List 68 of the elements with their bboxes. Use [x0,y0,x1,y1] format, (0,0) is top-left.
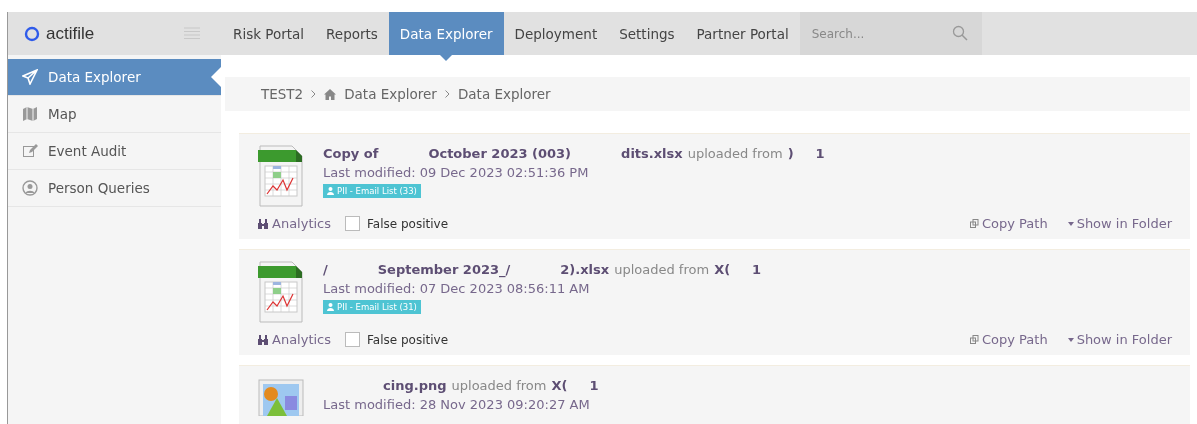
sidebar-item[interactable]: Person Queries [8,170,221,207]
image-file-icon [257,376,305,416]
pii-tag: PII - Email List (31) [323,300,421,314]
active-tab-pointer-icon [440,55,453,61]
edit-icon [22,143,38,159]
source-name: X( [714,262,731,277]
breadcrumb-link[interactable]: TEST2 [261,86,304,102]
person-icon [327,303,334,311]
nav-tab[interactable]: Reports [315,12,389,55]
upload-label: uploaded from [614,262,710,277]
last-modified: Last modified: 07 Dec 2023 08:56:11 AM [323,281,591,296]
show-in-folder-link[interactable]: Show in Folder [1067,216,1172,231]
file-name[interactable]: / [323,262,328,277]
source-name: ) [787,146,794,161]
show-in-folder-link[interactable]: Show in Folder [1067,332,1172,347]
upload-label: uploaded from [451,378,547,393]
file-name[interactable]: 2).xlsx [560,262,610,277]
chevron-right-icon [311,90,317,98]
copy-icon [969,335,979,344]
spreadsheet-file-icon [257,144,305,208]
checkbox[interactable] [345,332,361,347]
analytics-link[interactable]: Analytics [257,332,332,347]
checkbox-label: False positive [367,332,449,347]
checkbox-label: False positive [367,216,449,231]
nav-tab[interactable]: Risk Portal [222,12,316,55]
copy-icon [969,219,979,228]
source-name: 1 [815,146,825,161]
home-icon [324,88,337,100]
search-icon[interactable] [951,25,968,41]
binoculars-icon [257,334,269,345]
user-circle-icon [22,180,38,196]
nav-tab[interactable]: Deployment [503,12,609,55]
breadcrumb-link[interactable]: Data Explorer [457,86,551,102]
nav-tab[interactable]: Settings [608,12,686,55]
analytics-link[interactable]: Analytics [257,216,332,231]
map-icon [22,106,38,122]
source-name: 1 [589,378,599,393]
breadcrumb-link[interactable]: Data Explorer [344,86,437,102]
upload-label: uploaded from [687,146,783,161]
person-icon [327,187,334,195]
paper-plane-icon [22,69,38,85]
sidebar-item[interactable]: Map [8,96,221,133]
nav-tab[interactable]: Partner Portal [685,12,800,55]
copy-path-link[interactable]: Copy Path [969,332,1048,347]
file-name[interactable]: September 2023_/ [377,262,511,277]
nav-tab[interactable]: Data Explorer [388,12,504,55]
checkbox[interactable] [345,216,361,231]
brand-name: actifile [46,23,95,44]
caret-down-icon [1067,221,1074,226]
logo-icon [24,25,40,42]
file-name[interactable]: cing.png [383,378,447,393]
pii-tag: PII - Email List (33) [323,184,421,198]
file-name[interactable]: October 2023 (003) [428,146,572,161]
source-name: 1 [752,262,762,277]
sidebar-item[interactable]: Data Explorer [8,59,221,96]
chevron-right-icon [444,90,450,98]
last-modified: Last modified: 09 Dec 2023 02:51:36 PM [323,165,590,180]
search-field[interactable]: Search... [799,12,982,55]
source-name: X( [551,378,568,393]
file-name[interactable]: Copy of [323,146,379,161]
caret-down-icon [1067,337,1074,342]
menu-icon[interactable] [184,27,200,40]
spreadsheet-file-icon [257,260,305,324]
last-modified: Last modified: 28 Nov 2023 09:20:27 AM [323,397,591,412]
sidebar-item[interactable]: Event Audit [8,133,221,170]
binoculars-icon [257,218,269,229]
file-name[interactable]: dits.xlsx [621,146,683,161]
copy-path-link[interactable]: Copy Path [969,216,1048,231]
